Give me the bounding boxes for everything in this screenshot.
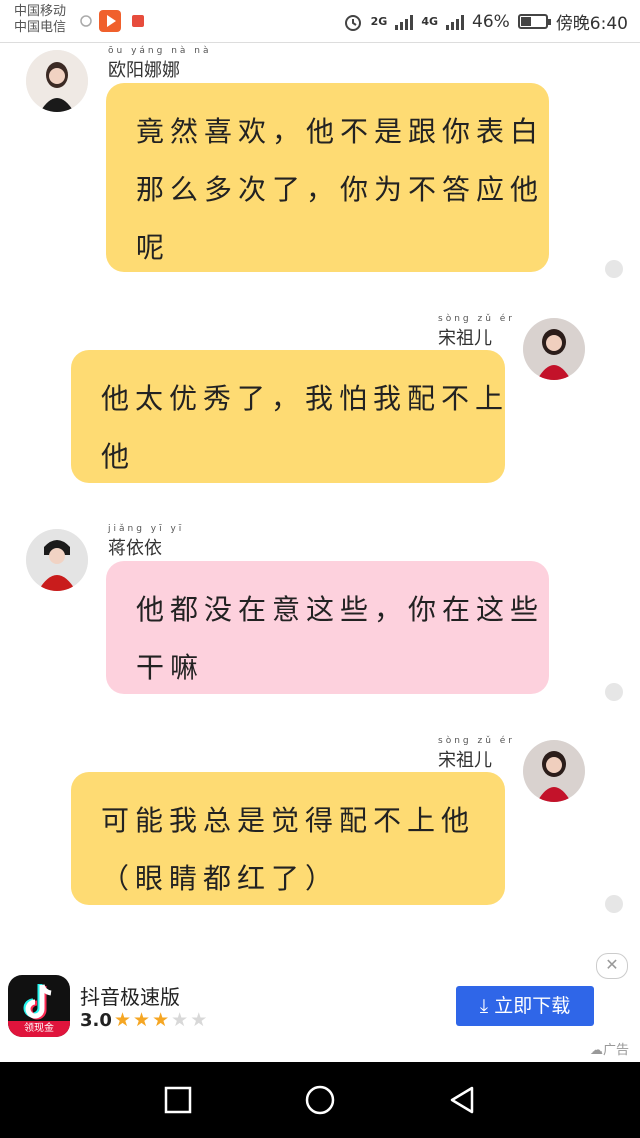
wechat-status-icon	[80, 15, 92, 27]
star-icon: ★	[171, 1009, 191, 1031]
message-bubble[interactable]: 竟然喜欢，他不是跟你表白 那么多次了，你为不答应他 呢	[106, 83, 549, 272]
sender-name: ōu yáng nà nà 欧阳娜娜	[108, 46, 212, 81]
scroll-indicator-dot	[605, 895, 623, 913]
navigation-bar	[0, 1062, 640, 1138]
carrier-info: 中国移动 中国电信	[14, 4, 66, 36]
ad-rating: 3.0	[80, 1010, 112, 1031]
message-text: 他都没在意这些，你在这些	[136, 593, 545, 626]
ad-app-name: 抖音极速版	[80, 985, 180, 1009]
app-notification-icon	[132, 15, 144, 27]
home-icon[interactable]	[304, 1084, 336, 1116]
message-text: 竟然喜欢，他不是跟你表白	[136, 115, 545, 148]
avatar[interactable]	[523, 318, 585, 380]
message-bubble[interactable]: 可能我总是觉得配不上他 （眼睛都红了）	[71, 772, 505, 905]
star-icon: ★	[152, 1009, 172, 1031]
carrier-1: 中国移动	[14, 4, 67, 19]
message-text: 他太优秀了，我怕我配不上	[101, 382, 510, 415]
status-bar: 中国移动 中国电信 2G 4G 46% 傍晚6:40	[0, 0, 640, 43]
scroll-indicator-dot	[605, 260, 623, 278]
avatar[interactable]	[26, 529, 88, 591]
message-text: （眼睛都红了）	[101, 862, 340, 895]
battery-percent: 46%	[472, 11, 510, 32]
status-right: 2G 4G 46% 傍晚6:40	[343, 9, 628, 34]
star-icon: ★	[114, 1009, 134, 1031]
back-icon[interactable]	[446, 1084, 478, 1116]
message-bubble[interactable]: 他都没在意这些，你在这些 干嘛	[106, 561, 549, 694]
signal-icon-2	[446, 14, 465, 30]
signal-icon	[395, 14, 414, 30]
video-app-icon	[99, 10, 121, 32]
carrier-2: 中国电信	[14, 20, 67, 35]
avatar[interactable]	[523, 740, 585, 802]
ad-tag: ☁广告	[590, 1043, 630, 1058]
network-2g: 2G	[370, 15, 388, 28]
download-button[interactable]: ⤓ 立即下载	[456, 986, 594, 1026]
ad-badge: 领现金	[8, 1021, 70, 1037]
message-text: 可能我总是觉得配不上他	[101, 804, 476, 837]
scroll-indicator-dot	[605, 683, 623, 701]
ad-banner[interactable]: 领现金 抖音极速版 3.0 ★★★★★ ⤓ 立即下载 ✕ ☁广告	[0, 953, 640, 1060]
star-icon: ★	[133, 1009, 153, 1031]
sender-name: sòng zǔ ér 宋祖儿	[438, 736, 515, 771]
douyin-app-icon[interactable]: 领现金	[8, 975, 70, 1037]
message-text: 那么多次了，你为不答应他	[136, 173, 545, 206]
battery-icon	[517, 14, 551, 29]
alarm-icon	[344, 14, 361, 31]
cloud-icon: ☁	[590, 1043, 603, 1058]
download-icon: ⤓	[479, 995, 489, 1017]
rating-stars: ★★★★★	[114, 1009, 209, 1031]
star-icon: ★	[190, 1009, 210, 1031]
recent-apps-icon[interactable]	[162, 1084, 194, 1116]
sender-name: jiǎng yī yī 蒋依依	[108, 524, 185, 559]
message-text: 他	[101, 440, 136, 473]
sender-name: sòng zǔ ér 宋祖儿	[438, 314, 515, 349]
message-text: 干嘛	[136, 651, 205, 684]
message-text: 呢	[136, 231, 171, 264]
close-icon[interactable]: ✕	[596, 953, 628, 979]
avatar[interactable]	[26, 50, 88, 112]
network-4g: 4G	[421, 15, 439, 28]
message-bubble[interactable]: 他太优秀了，我怕我配不上 他	[71, 350, 505, 483]
download-label: 立即下载	[494, 995, 571, 1017]
clock: 傍晚6:40	[555, 14, 628, 34]
